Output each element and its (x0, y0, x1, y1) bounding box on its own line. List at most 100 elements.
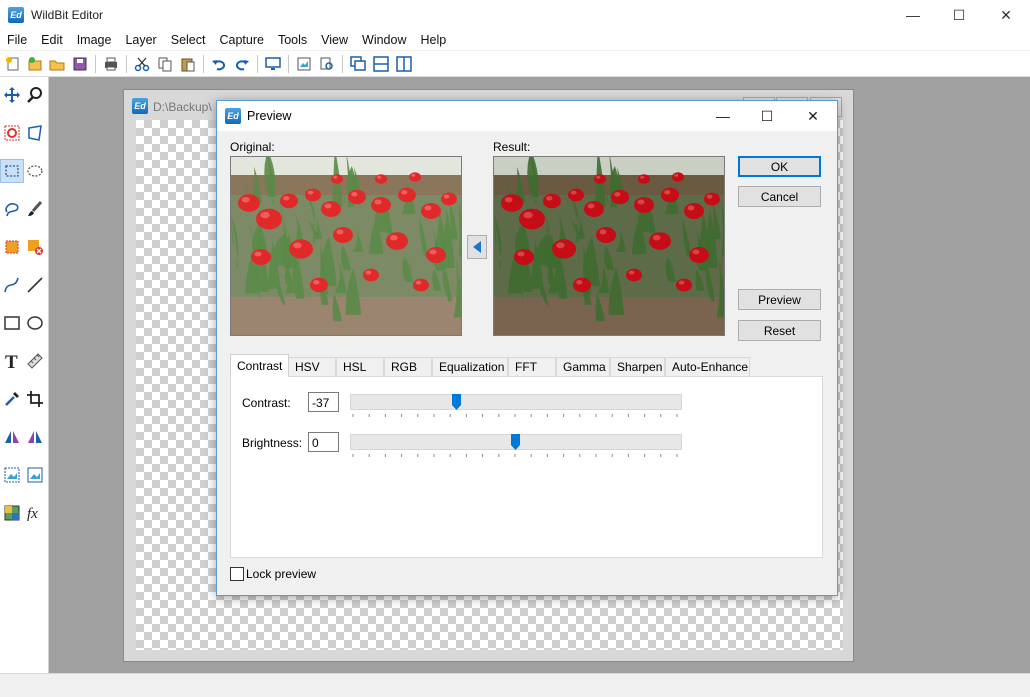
save-icon[interactable] (70, 54, 90, 73)
cascade-icon[interactable] (348, 54, 368, 73)
tab-sharpen[interactable]: Sharpen (610, 357, 665, 376)
tab-rgb[interactable]: RGB (384, 357, 432, 376)
paste-icon[interactable] (178, 54, 198, 73)
svg-text:fx: fx (27, 506, 38, 522)
tile-horizontal-icon[interactable] (371, 54, 391, 73)
contrast-slider-ticks (352, 414, 678, 417)
text-tool-icon[interactable]: T (1, 350, 23, 372)
document-icon: Ed (132, 98, 148, 114)
line-tool-icon[interactable] (24, 274, 46, 296)
title-bar: Ed WildBit Editor — ☐ ✕ (0, 0, 1030, 30)
ruler-tool-icon[interactable] (24, 350, 46, 372)
tab-auto-enhance[interactable]: Auto-Enhance (665, 357, 750, 376)
eyedropper-tool-icon[interactable] (1, 388, 23, 410)
arrow-left-icon (473, 241, 481, 253)
menu-select[interactable]: Select (164, 30, 213, 50)
tab-contrast[interactable]: Contrast (230, 354, 289, 377)
contrast-value-field[interactable]: -37 (308, 392, 339, 412)
minimize-button[interactable]: — (890, 0, 936, 30)
menu-bar: File Edit Image Layer Select Capture Too… (0, 30, 1030, 50)
rectangle-tool-icon[interactable] (1, 312, 23, 334)
dialog-minimize-button[interactable]: — (703, 101, 743, 131)
rotate-tool-icon[interactable] (24, 464, 46, 486)
toolbar-separator (288, 55, 289, 73)
crop-circle-tool-icon[interactable] (1, 122, 23, 144)
svg-text:T: T (5, 352, 18, 370)
menu-edit[interactable]: Edit (34, 30, 70, 50)
image-properties-icon[interactable] (294, 54, 314, 73)
menu-help[interactable]: Help (414, 30, 454, 50)
fill-tool-icon[interactable] (1, 236, 23, 258)
dialog-app-icon: Ed (225, 108, 241, 124)
brightness-slider-ticks (352, 454, 678, 457)
ok-button[interactable]: OK (738, 156, 821, 177)
app-icon: Ed (8, 7, 24, 23)
contrast-slider-track[interactable] (350, 394, 682, 410)
toolbar-separator (257, 55, 258, 73)
menu-window[interactable]: Window (355, 30, 413, 50)
move-tool-icon[interactable] (1, 84, 23, 106)
transform-tool-icon[interactable] (24, 122, 46, 144)
color-balance-tool-icon[interactable] (1, 502, 23, 524)
search-image-icon[interactable] (317, 54, 337, 73)
copy-to-original-button[interactable] (467, 235, 487, 259)
effects-tool-icon[interactable]: fx (24, 502, 46, 524)
app-title: WildBit Editor (31, 8, 104, 22)
mirror-tool-icon[interactable] (1, 426, 23, 448)
menu-capture[interactable]: Capture (212, 30, 270, 50)
maximize-button[interactable]: ☐ (936, 0, 982, 30)
tab-hsv[interactable]: HSV (288, 357, 336, 376)
preview-button[interactable]: Preview (738, 289, 821, 310)
tab-equalization[interactable]: Equalization (432, 357, 508, 376)
tab-gamma[interactable]: Gamma (556, 357, 610, 376)
tab-fft[interactable]: FFT (508, 357, 556, 376)
flip-tool-icon[interactable] (24, 426, 46, 448)
dialog-close-button[interactable]: ✕ (793, 101, 833, 131)
menu-layer[interactable]: Layer (118, 30, 163, 50)
tile-vertical-icon[interactable] (394, 54, 414, 73)
result-image (493, 156, 725, 336)
print-icon[interactable] (101, 54, 121, 73)
result-tulip-photo (494, 157, 724, 335)
rect-select-tool-icon[interactable] (0, 159, 24, 183)
status-bar (0, 673, 1030, 697)
cut-icon[interactable] (132, 54, 152, 73)
monitor-icon[interactable] (263, 54, 283, 73)
zoom-tool-icon[interactable] (24, 84, 46, 106)
erase-fill-tool-icon[interactable] (24, 236, 46, 258)
dialog-title: Preview (247, 109, 292, 123)
lasso-tool-icon[interactable] (1, 198, 23, 220)
dialog-maximize-button[interactable]: ☐ (747, 101, 787, 131)
copy-icon[interactable] (155, 54, 175, 73)
open-icon[interactable] (25, 54, 45, 73)
reset-button[interactable]: Reset (738, 320, 821, 341)
brightness-slider-thumb[interactable] (511, 434, 520, 450)
toolbar-separator (203, 55, 204, 73)
undo-icon[interactable] (209, 54, 229, 73)
menu-view[interactable]: View (314, 30, 355, 50)
ellipse-select-tool-icon[interactable] (24, 160, 46, 182)
toolbar-separator (342, 55, 343, 73)
document-title: D:\Backup\ (153, 100, 212, 114)
ellipse-tool-icon[interactable] (24, 312, 46, 334)
close-button[interactable]: ✕ (983, 0, 1029, 30)
redo-icon[interactable] (232, 54, 252, 73)
lock-preview-checkbox[interactable] (230, 567, 244, 581)
brush-tool-icon[interactable] (24, 198, 46, 220)
resize-tool-icon[interactable] (1, 464, 23, 486)
menu-tools[interactable]: Tools (271, 30, 314, 50)
tab-hsl[interactable]: HSL (336, 357, 384, 376)
brightness-value-field[interactable]: 0 (308, 432, 339, 452)
open-folder-icon[interactable] (47, 54, 67, 73)
contrast-tab-panel: Contrast: -37 Brightness: 0 (230, 376, 823, 558)
new-icon[interactable] (3, 54, 23, 73)
toolbar-separator (126, 55, 127, 73)
curve-tool-icon[interactable] (1, 274, 23, 296)
contrast-slider-thumb[interactable] (451, 394, 461, 410)
menu-image[interactable]: Image (70, 30, 119, 50)
cancel-button[interactable]: Cancel (738, 186, 821, 207)
crop-tool-icon[interactable] (24, 388, 46, 410)
result-label: Result: (493, 140, 531, 154)
menu-file[interactable]: File (0, 30, 34, 50)
adjustment-tabs: Contrast HSV HSL RGB Equalization FFT Ga… (230, 354, 760, 377)
